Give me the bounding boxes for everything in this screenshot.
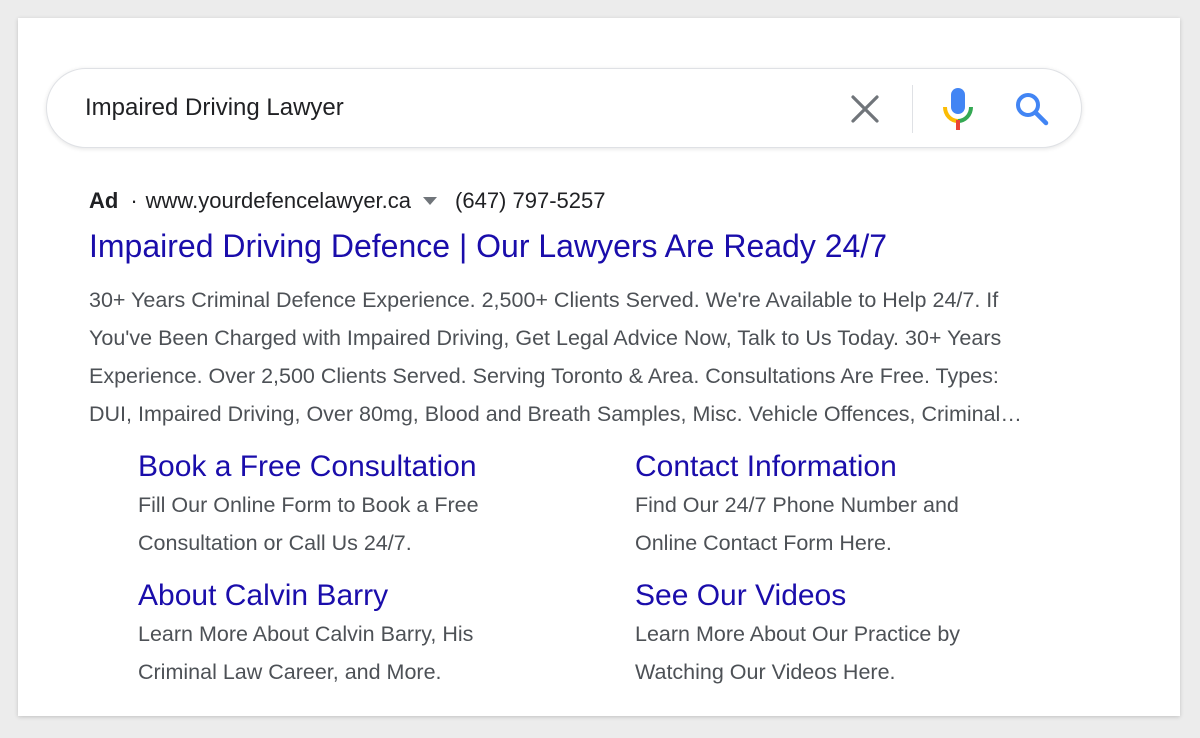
search-input[interactable]: [85, 89, 805, 127]
ad-title-link[interactable]: Impaired Driving Defence | Our Lawyers A…: [89, 228, 887, 265]
sitelink-title[interactable]: Contact Information: [635, 448, 1075, 486]
sitelink-desc: Consultation or Call Us 24/7.: [138, 531, 412, 555]
sitelink-see-our-videos: See Our Videos Learn More About Our Prac…: [635, 577, 1075, 691]
sitelink-title[interactable]: About Calvin Barry: [138, 577, 578, 615]
ad-url[interactable]: www.yourdefencelawyer.ca: [146, 188, 411, 214]
ad-description-line: 30+ Years Criminal Defence Experience. 2…: [89, 288, 999, 312]
search-results-card: Ad · www.yourdefencelawyer.ca (647) 797-…: [18, 18, 1180, 716]
sitelink-desc: Learn More About Calvin Barry, His: [138, 622, 474, 646]
sitelink-book-consultation: Book a Free Consultation Fill Our Online…: [138, 448, 578, 562]
ad-description-line: DUI, Impaired Driving, Over 80mg, Blood …: [89, 402, 1022, 426]
microphone-icon: [943, 88, 973, 130]
sitelink-desc: Fill Our Online Form to Book a Free: [138, 493, 479, 517]
search-button[interactable]: [1012, 89, 1052, 129]
sitelink-desc: Watching Our Videos Here.: [635, 660, 896, 684]
ad-description-line: You've Been Charged with Impaired Drivin…: [89, 326, 1002, 350]
search-icon: [1016, 93, 1049, 126]
sitelink-title[interactable]: See Our Videos: [635, 577, 1075, 615]
ad-description-line: Experience. Over 2,500 Clients Served. S…: [89, 364, 999, 388]
ad-phone[interactable]: (647) 797-5257: [455, 188, 605, 214]
sitelink-contact-information: Contact Information Find Our 24/7 Phone …: [635, 448, 1075, 562]
sitelink-title[interactable]: Book a Free Consultation: [138, 448, 578, 486]
close-icon: [851, 95, 879, 123]
sitelink-desc: Find Our 24/7 Phone Number and: [635, 493, 959, 517]
voice-search-button[interactable]: [941, 87, 975, 131]
ad-description: 30+ Years Criminal Defence Experience. 2…: [89, 281, 1129, 433]
ad-separator: ·: [130, 188, 138, 213]
clear-button[interactable]: [847, 91, 883, 127]
ad-options-caret-icon[interactable]: [423, 197, 438, 205]
sitelink-desc: Criminal Law Career, and More.: [138, 660, 442, 684]
search-bar[interactable]: [46, 68, 1082, 148]
ad-label: Ad: [89, 188, 119, 213]
sitelink-desc: Online Contact Form Here.: [635, 531, 892, 555]
sitelink-desc: Learn More About Our Practice by: [635, 622, 961, 646]
sitelink-about-calvin-barry: About Calvin Barry Learn More About Calv…: [138, 577, 578, 691]
ad-meta-line: Ad · www.yourdefencelawyer.ca (647) 797-…: [89, 188, 605, 214]
search-bar-divider: [912, 85, 913, 133]
